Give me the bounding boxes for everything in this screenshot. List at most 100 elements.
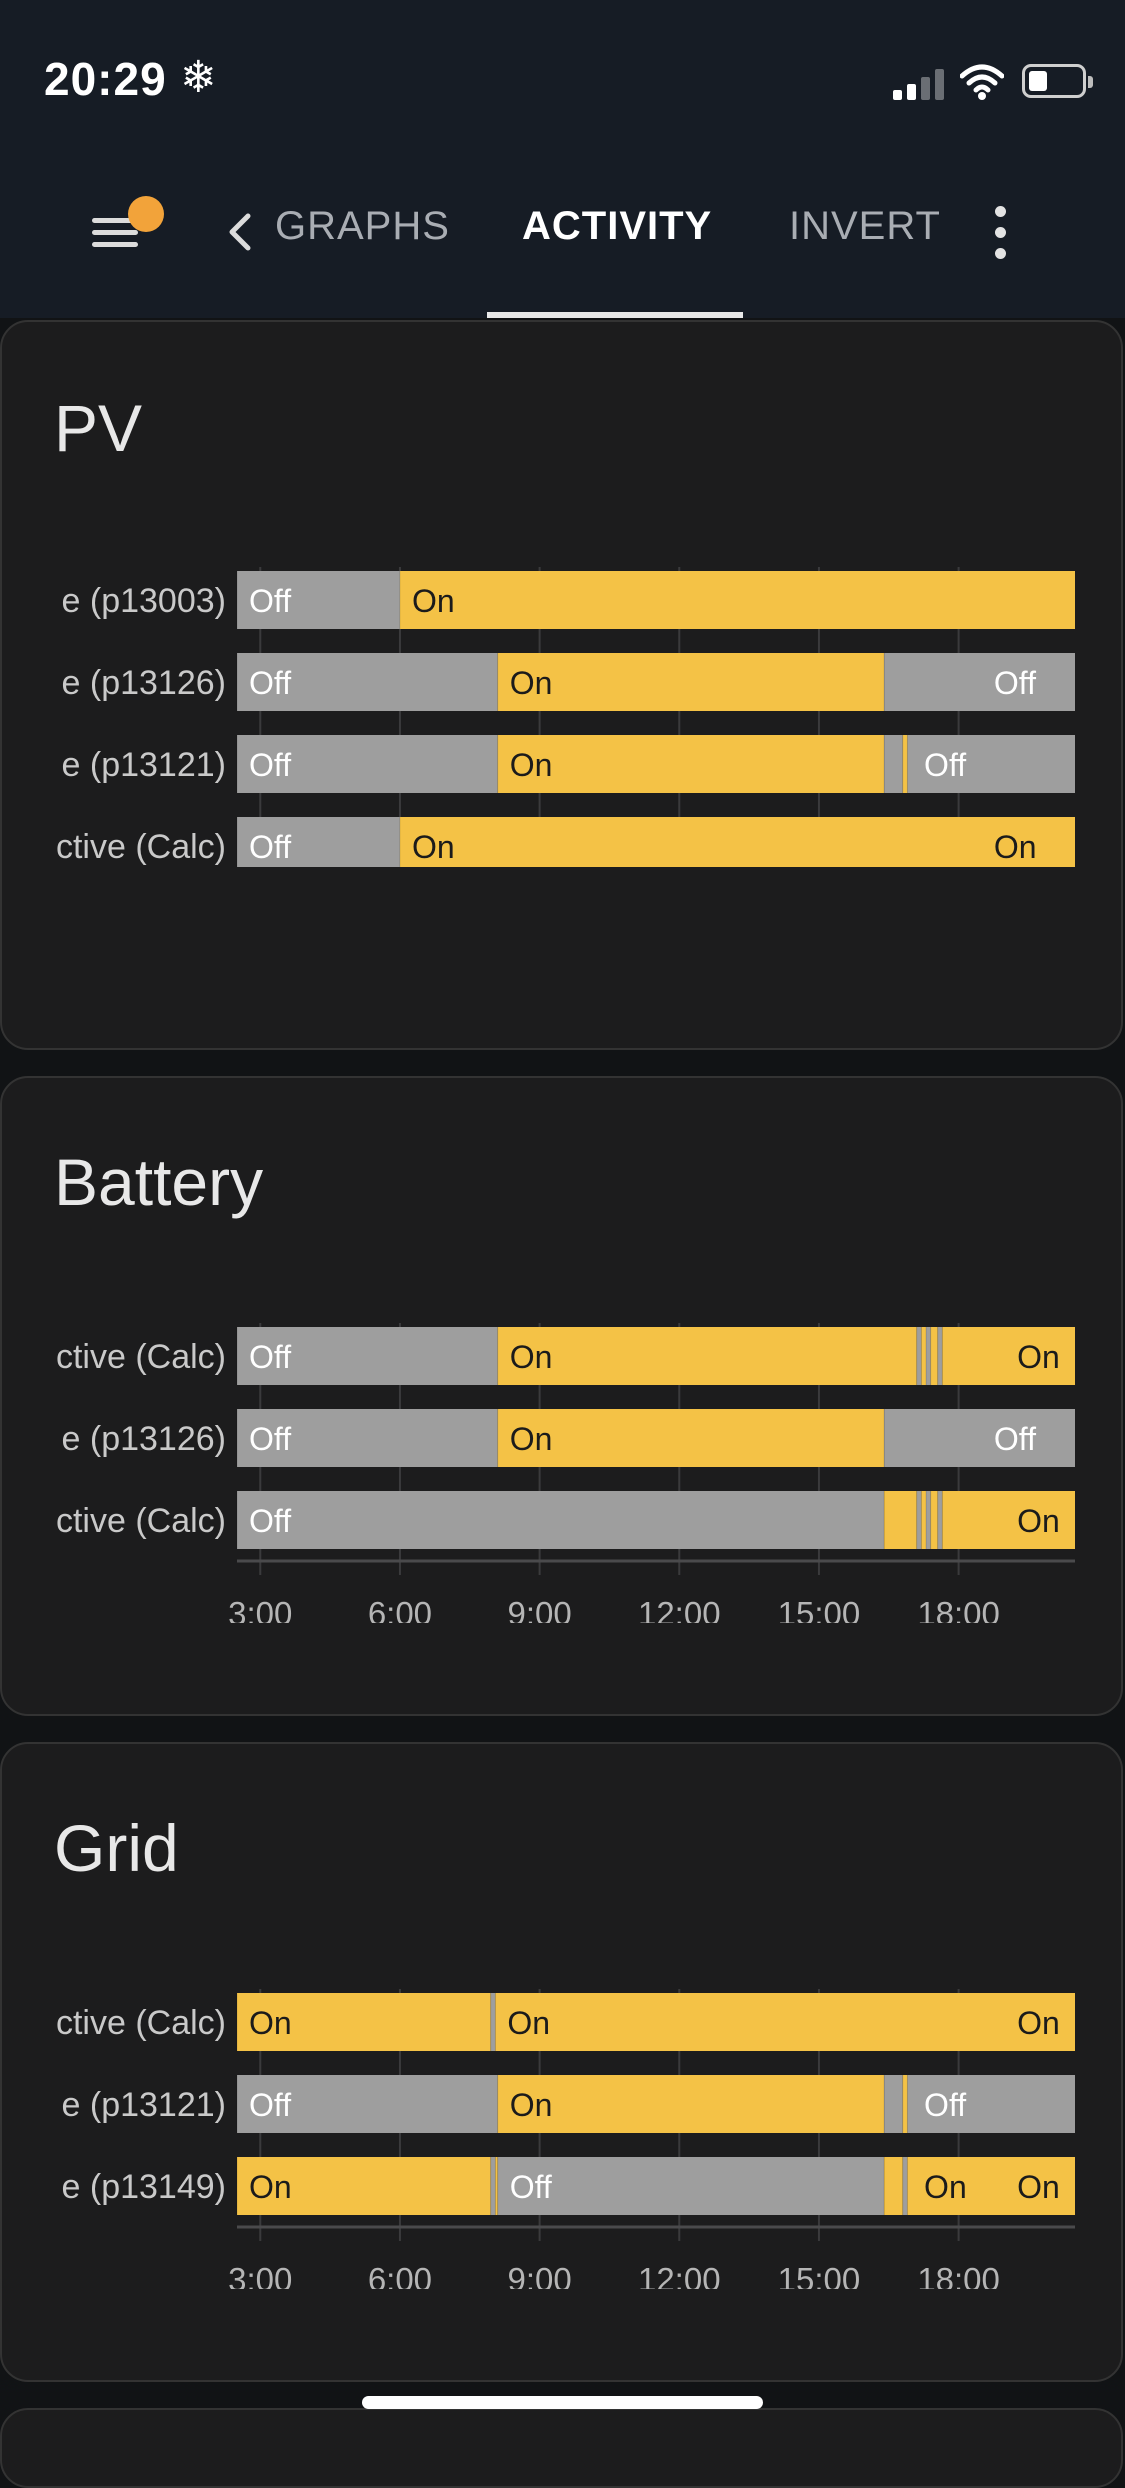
x-tick-label: 3:00 (228, 1595, 292, 1623)
row-label: e (p13121) (62, 746, 226, 784)
state-segment (884, 1409, 1075, 1467)
card-title-battery: Battery (54, 1145, 264, 1219)
row-label: ctive (Calc) (56, 2004, 226, 2042)
state-label: On (510, 747, 553, 783)
x-tick-label: 12:00 (638, 2261, 721, 2289)
state-label: On (510, 1421, 553, 1457)
state-segment (937, 1327, 943, 1385)
state-segment (902, 2157, 908, 2215)
state-label: Off (249, 829, 291, 865)
state-label: Off (249, 2087, 291, 2123)
state-label: On (412, 829, 455, 865)
state-segment (495, 1993, 1076, 2051)
x-tick-label: 15:00 (778, 1595, 861, 1623)
battery-icon (1022, 64, 1093, 98)
state-label: On (994, 829, 1037, 865)
state-label: On (1017, 1503, 1060, 1539)
state-label: On (510, 1339, 553, 1375)
tab-activity[interactable]: ACTIVITY (522, 204, 712, 249)
state-segment (237, 1491, 885, 1549)
state-label: On (924, 2169, 967, 2205)
state-segment (884, 2157, 903, 2215)
state-label: Off (924, 2087, 966, 2123)
state-label: On (1017, 2169, 1060, 2205)
state-label: On (412, 583, 455, 619)
state-label: Off (994, 665, 1036, 701)
chevron-left-icon[interactable] (220, 210, 260, 254)
state-segment (926, 1327, 931, 1385)
wifi-icon (960, 64, 1004, 100)
state-segment (399, 571, 1075, 629)
more-vert-icon[interactable] (990, 206, 1010, 260)
state-segment (497, 2157, 885, 2215)
state-label: Off (510, 2169, 552, 2205)
state-segment (497, 653, 885, 711)
state-label: On (1017, 2005, 1060, 2041)
state-label: On (510, 2087, 553, 2123)
state-label: Off (249, 1421, 291, 1457)
state-segment (497, 735, 885, 793)
state-segment (497, 2075, 885, 2133)
row-label: e (p13149) (62, 2168, 226, 2206)
state-segment (884, 1491, 917, 1549)
app-header: 20:29 ❄ GRAPHS ACTIVITY INVERT (0, 0, 1125, 318)
pv-activity-chart: e (p13003) Off On e (p13126) Off On Off e (p131… (56, 567, 1075, 867)
state-label: On (1017, 1339, 1060, 1375)
x-tick-label: 6:00 (368, 2261, 432, 2289)
row-label: e (p13003) (62, 582, 226, 620)
state-segment (902, 735, 908, 793)
notification-dot (128, 196, 164, 232)
snowflake-icon: ❄ (180, 53, 217, 102)
state-segment (490, 2157, 496, 2215)
x-tick-label: 18:00 (917, 1595, 1000, 1623)
x-tick-label: 12:00 (638, 1595, 721, 1623)
x-tick-label: 9:00 (507, 2261, 571, 2289)
row-label: ctive (Calc) (56, 828, 226, 866)
state-label: On (507, 2005, 550, 2041)
grid-activity-chart: ctive (Calc) On On On e (p13121) Off On Off e (p… (56, 1989, 1076, 2289)
state-segment (916, 1491, 922, 1549)
state-segment (930, 1327, 938, 1385)
state-label: Off (249, 1503, 291, 1539)
state-segment (497, 1327, 917, 1385)
next-card (0, 2408, 1123, 2488)
state-segment (930, 1491, 938, 1549)
state-segment (497, 1409, 885, 1467)
card-title-pv: PV (54, 391, 143, 465)
state-label: Off (994, 1421, 1036, 1457)
x-tick-label: 15:00 (778, 2261, 861, 2289)
home-indicator (362, 2396, 763, 2409)
battery-card: Battery ctive (Calc) Off On On e (p13126) Off… (0, 1076, 1123, 1716)
status-time: 20:29 (44, 53, 167, 105)
state-label: Off (924, 747, 966, 783)
row-label: e (p13121) (62, 2086, 226, 2124)
row-label: ctive (Calc) (56, 1338, 226, 1376)
state-segment (490, 1993, 496, 2051)
tab-invert[interactable]: INVERT (789, 204, 941, 249)
state-segment (937, 1491, 943, 1549)
state-segment (399, 817, 1075, 867)
state-label: Off (249, 665, 291, 701)
state-segment (884, 653, 1075, 711)
row-label: ctive (Calc) (56, 1502, 226, 1540)
row-label: e (p13126) (62, 1420, 226, 1458)
grid-card: Grid ctive (Calc) On On On e (p13121) Off On Of… (0, 1742, 1123, 2382)
battery-activity-chart: ctive (Calc) Off On One (p13126) Off On Offcti… (56, 1323, 1075, 1623)
active-tab-indicator (487, 312, 743, 318)
tab-graphs[interactable]: GRAPHS (275, 204, 450, 249)
row-label: e (p13126) (62, 664, 226, 702)
state-label: Off (249, 583, 291, 619)
state-segment (884, 735, 903, 793)
state-segment (921, 1327, 927, 1385)
cellular-signal-icon (893, 68, 945, 100)
state-label: Off (249, 747, 291, 783)
x-tick-label: 9:00 (507, 1595, 571, 1623)
x-tick-label: 18:00 (917, 2261, 1000, 2289)
state-label: On (510, 665, 553, 701)
state-label: On (249, 2005, 292, 2041)
state-segment (926, 1491, 931, 1549)
state-label: On (249, 2169, 292, 2205)
pv-card: PV e (p13003) Off On e (p13126) Off On Off e (p… (0, 320, 1123, 1050)
x-tick-label: 3:00 (228, 2261, 292, 2289)
x-tick-label: 6:00 (368, 1595, 432, 1623)
